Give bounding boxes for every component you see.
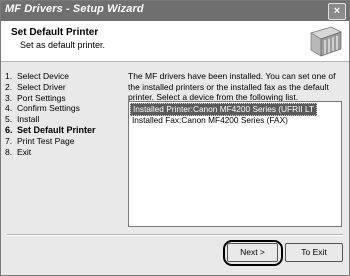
- page-subtitle: Set as default printer.: [20, 40, 106, 50]
- wizard-header: Set Default Printer Set as default print…: [1, 21, 349, 62]
- step-number: 6.: [5, 124, 13, 135]
- step-number: 8.: [5, 146, 13, 157]
- step-label: Exit: [17, 146, 32, 157]
- page-title: Set Default Printer: [11, 27, 99, 38]
- step-item: 5. Install: [5, 114, 120, 125]
- step-item: 8. Exit: [5, 147, 120, 158]
- step-item: 7. Print Test Page: [5, 136, 120, 147]
- step-label: Confirm Settings: [17, 103, 80, 114]
- next-button[interactable]: Next >: [227, 243, 278, 262]
- step-number: 1.: [5, 71, 13, 81]
- step-item: 1. Select Device: [5, 71, 120, 82]
- step-list: 1. Select Device 2. Select Driver 3. Port S…: [5, 71, 120, 157]
- printer-box-icon: [310, 26, 342, 57]
- step-label: Port Settings: [17, 92, 66, 103]
- step-item: 2. Select Driver: [5, 82, 120, 93]
- step-item: 4. Confirm Settings: [5, 103, 120, 114]
- step-number: 7.: [5, 135, 13, 146]
- device-list-item-fax[interactable]: Installed Fax:Canon MF4200 Series (FAX): [130, 115, 290, 126]
- step-label: Select Driver: [17, 81, 66, 92]
- device-listbox[interactable]: Installed Printer:Canon MF4200 Series (U…: [128, 101, 342, 227]
- divider: [7, 234, 343, 236]
- title-bar[interactable]: MF Drivers - Setup Wizard ×: [1, 1, 349, 21]
- exit-button[interactable]: To Exit: [285, 243, 343, 262]
- step-label: Set Default Printer: [17, 124, 96, 135]
- step-item: 3. Port Settings: [5, 93, 120, 104]
- instructions-text: The MF drivers have been installed. You …: [128, 71, 336, 102]
- step-number: 5.: [5, 114, 13, 125]
- window-title: MF Drivers - Setup Wizard: [5, 3, 144, 15]
- setup-wizard-window: MF Drivers - Setup Wizard × Set Default …: [0, 0, 350, 276]
- step-number: 2.: [5, 81, 13, 92]
- step-label: Select Device: [17, 71, 69, 81]
- step-label: Install: [17, 114, 40, 125]
- step-item-current: 6. Set Default Printer: [5, 125, 120, 136]
- step-number: 3.: [5, 92, 13, 103]
- step-number: 4.: [5, 103, 13, 114]
- close-icon[interactable]: ×: [328, 3, 346, 20]
- step-label: Print Test Page: [17, 135, 75, 146]
